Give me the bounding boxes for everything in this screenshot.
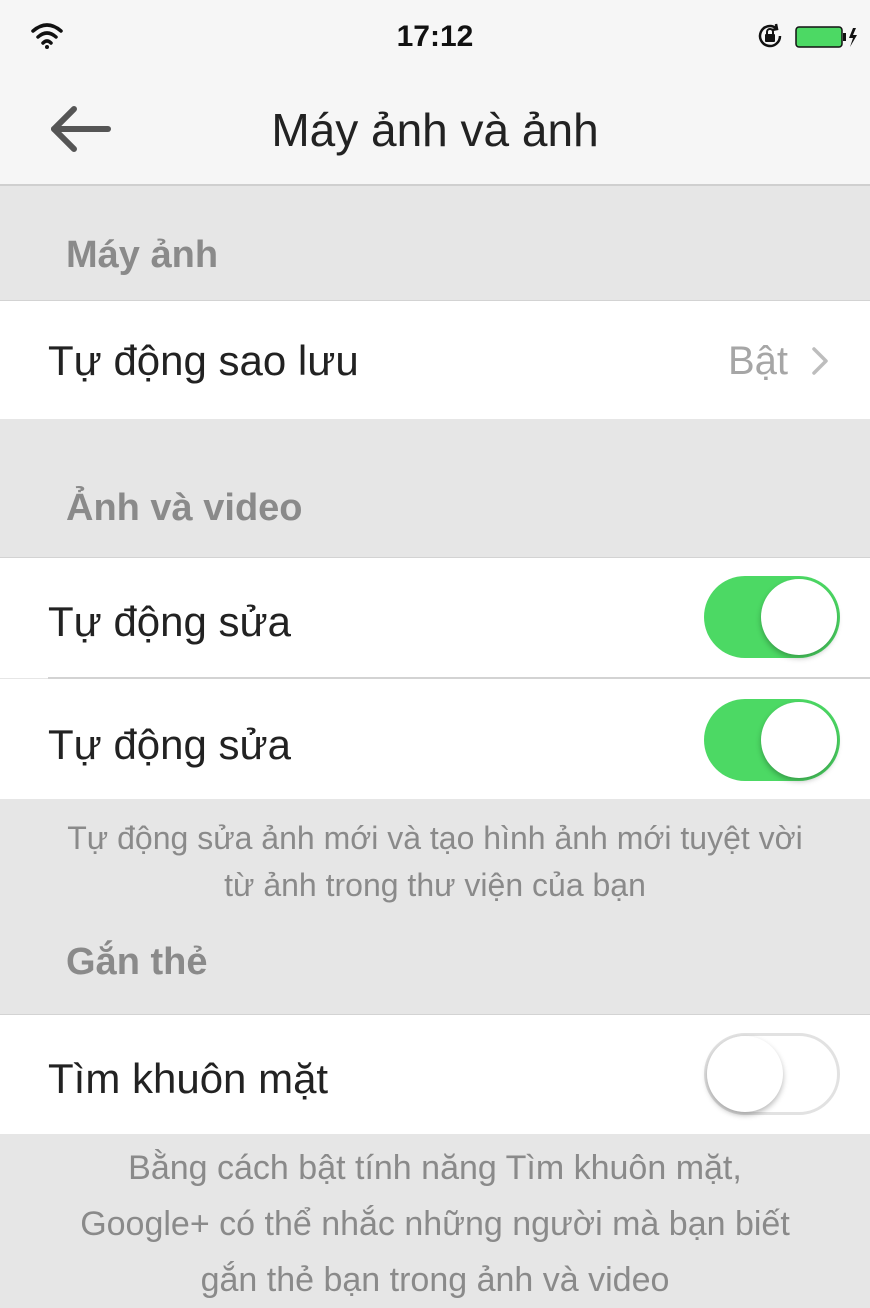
section-header-tagging: Tự động sửa ảnh mới và tạo hình ảnh mới … (0, 799, 870, 1014)
auto-enhance-row-2: Tự động sửa (0, 679, 870, 799)
row-label: Tự động sửa (48, 598, 292, 645)
section-header-photos-videos: Ảnh và video (0, 419, 870, 557)
find-faces-toggle[interactable] (704, 1033, 840, 1115)
toggle-knob (707, 1036, 783, 1112)
tagging-footnote-area: Bằng cách bật tính năng Tìm khuôn mặt, G… (0, 1134, 870, 1308)
battery-charging-icon (795, 26, 857, 48)
section-header-camera: Máy ảnh (0, 186, 870, 300)
auto-enhance-toggle-2[interactable] (704, 699, 840, 781)
rotation-lock-icon (758, 23, 782, 48)
section-title: Gắn thẻ (66, 941, 208, 983)
auto-backup-status: Bật (727, 339, 788, 383)
row-label: Tìm khuôn mặt (48, 1055, 329, 1102)
settings-screen: 17:12 Máy ảnh và ảnh Máy ảnh Tự động sao… (0, 0, 870, 1308)
auto-enhance-row: Tự động sửa (0, 557, 870, 678)
navigation-bar: Máy ảnh và ảnh (0, 68, 870, 186)
section-title: Ảnh và video (66, 487, 303, 529)
auto-enhance-toggle[interactable] (704, 576, 840, 658)
status-bar: 17:12 (0, 0, 870, 68)
auto-backup-row[interactable]: Tự động sao lưu Bật (0, 300, 870, 419)
find-faces-footnote: Bằng cách bật tính năng Tìm khuôn mặt, G… (80, 1149, 790, 1299)
status-time: 17:12 (396, 20, 474, 53)
page-title: Máy ảnh và ảnh (271, 104, 599, 156)
toggle-knob (761, 702, 837, 778)
row-label: Tự động sao lưu (48, 337, 359, 384)
toggle-knob (761, 579, 837, 655)
find-faces-row: Tìm khuôn mặt (0, 1014, 870, 1135)
row-label: Tự động sửa (48, 721, 292, 768)
section-title: Máy ảnh (66, 234, 219, 276)
auto-enhance-footnote: Tự động sửa ảnh mới và tạo hình ảnh mới … (67, 820, 803, 903)
chevron-right-icon (812, 347, 828, 375)
